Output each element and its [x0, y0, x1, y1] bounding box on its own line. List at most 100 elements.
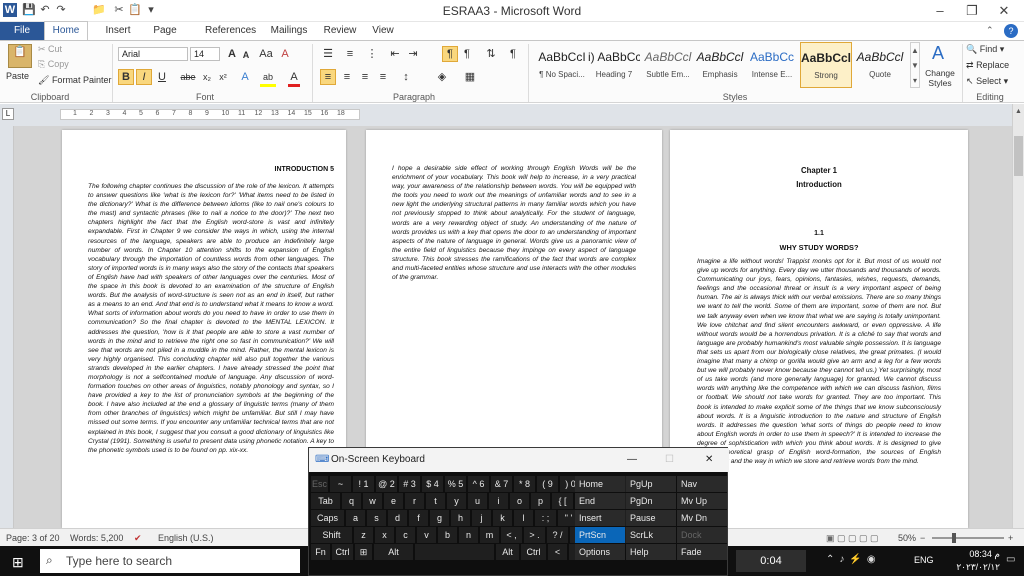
align-center-icon[interactable]: ≡ [340, 70, 354, 84]
change-case-button[interactable]: Aa [258, 47, 274, 61]
osk-key[interactable]: ( 9 [537, 476, 558, 492]
style-heading[interactable]: i) AaBbCc Heading 7 [588, 42, 640, 88]
line-spacing-icon[interactable]: ↕ [398, 70, 414, 84]
tab-mailings[interactable]: Mailings [268, 22, 310, 40]
osk-key[interactable]: % 5 [445, 476, 466, 492]
tab-file[interactable]: File [0, 22, 44, 40]
osk-key[interactable]: g [430, 510, 449, 526]
osk-key[interactable]: Shift [311, 527, 352, 543]
font-size-dropdown[interactable]: 14 [190, 47, 220, 61]
osk-key[interactable]: Pause [626, 510, 676, 526]
tab-home[interactable]: Home [44, 21, 88, 41]
osk-key[interactable]: PgDn [626, 493, 676, 509]
vertical-scrollbar[interactable]: ▲ [1012, 104, 1024, 528]
superscript-button[interactable]: x² [216, 70, 230, 84]
osk-key[interactable]: Mv Dn [677, 510, 727, 526]
change-styles-button[interactable]: Change Styles [922, 68, 958, 88]
osk-key[interactable]: Ctrl [332, 544, 353, 560]
cut-button[interactable]: ✂ Cut [38, 43, 62, 55]
sort-icon[interactable]: ⇅ [484, 47, 498, 61]
osk-key[interactable]: s [367, 510, 386, 526]
help-icon[interactable]: ? [1004, 24, 1018, 38]
osk-key[interactable]: t [426, 493, 445, 509]
osk-key[interactable]: v [417, 527, 436, 543]
scroll-up-icon[interactable]: ▲ [1014, 108, 1023, 118]
zoom-slider[interactable] [932, 537, 1004, 539]
osk-key[interactable]: Help [626, 544, 676, 560]
osk-key[interactable]: Dock [677, 527, 727, 543]
osk-key[interactable]: ! 1 [353, 476, 374, 492]
osk-key[interactable]: ⊞ [355, 544, 372, 560]
osk-key[interactable]: Insert [575, 510, 625, 526]
osk-key[interactable]: i [489, 493, 508, 509]
osk-key[interactable]: r [405, 493, 424, 509]
osk-key[interactable]: Ctrl [521, 544, 546, 560]
align-left-icon[interactable]: ≡ [320, 69, 336, 85]
osk-key[interactable]: ScrLk [626, 527, 676, 543]
show-formatting-icon[interactable]: ¶ [506, 47, 520, 61]
osk-key[interactable]: PrtScn [575, 527, 625, 543]
start-icon[interactable]: ⊞ [12, 554, 28, 570]
osk-close-button[interactable]: ✕ [705, 448, 713, 472]
undo-icon[interactable]: ↶ [38, 3, 52, 17]
increase-indent-icon[interactable]: ⇥ [406, 47, 420, 61]
subscript-button[interactable]: x₂ [200, 70, 214, 84]
osk-key[interactable]: k [493, 510, 512, 526]
osk-key[interactable]: Nav [677, 476, 727, 492]
osk-key[interactable]: $ 4 [422, 476, 443, 492]
osk-key[interactable]: End [575, 493, 625, 509]
osk-key[interactable]: w [363, 493, 382, 509]
osk-key[interactable]: < [548, 544, 567, 560]
tray-icons[interactable]: ⌃♪⚡◉ [826, 554, 926, 568]
osk-key[interactable]: e [384, 493, 403, 509]
font-color-button[interactable]: A [288, 70, 300, 87]
numbering-icon[interactable]: ≡ [342, 47, 358, 61]
osk-key[interactable]: x [375, 527, 394, 543]
osk-key[interactable]: z [354, 527, 373, 543]
osk-key[interactable]: # 3 [399, 476, 420, 492]
osk-key[interactable]: a [346, 510, 365, 526]
paste-button[interactable]: Paste [6, 70, 29, 82]
style-subtle-em[interactable]: AaBbCcl Subtle Em... [642, 42, 694, 88]
osk-key[interactable]: p [531, 493, 550, 509]
text-effects-button[interactable]: A [238, 70, 252, 84]
osk-key[interactable]: f [409, 510, 428, 526]
osk-key[interactable]: { [ [552, 493, 573, 509]
page-count[interactable]: Page: 3 of 20 [6, 529, 60, 547]
restore-button[interactable]: ❐ [956, 0, 988, 22]
shrink-font-button[interactable]: A [240, 48, 252, 62]
minimize-ribbon-icon[interactable]: ⌃ [986, 25, 998, 37]
font-name-dropdown[interactable]: Arial [118, 47, 188, 61]
osk-key[interactable]: b [438, 527, 457, 543]
osk-minimize-button[interactable]: — [627, 448, 637, 472]
highlight-button[interactable]: ab [260, 70, 276, 87]
osk-key[interactable]: u [468, 493, 487, 509]
replace-button[interactable]: ⇄ Replace [966, 59, 1009, 71]
osk-key[interactable]: l [514, 510, 533, 526]
osk-key[interactable]: Tab [311, 493, 340, 509]
recording-timer[interactable]: 0:04 [736, 550, 806, 572]
zoom-out-button[interactable]: − [920, 529, 925, 547]
find-button[interactable]: 🔍 Find ▾ [966, 43, 1004, 55]
osk-key[interactable]: Esc [311, 476, 328, 492]
osk-key[interactable]: j [472, 510, 491, 526]
select-button[interactable]: ↖ Select ▾ [966, 75, 1008, 87]
osk-key[interactable]: & 7 [491, 476, 512, 492]
osk-key[interactable]: Options [575, 544, 625, 560]
language-indicator-tray[interactable]: ENG [914, 555, 934, 565]
multilevel-list-icon[interactable]: ⋮ [364, 47, 380, 61]
osk-key[interactable]: ~ [330, 476, 351, 492]
osk-key[interactable]: c [396, 527, 415, 543]
osk-key[interactable]: @ 2 [376, 476, 397, 492]
styles-scroll[interactable]: ▲ ▼ ▾ [910, 42, 920, 88]
save-icon[interactable]: 💾 [22, 3, 36, 17]
document-page-1[interactable]: INTRODUCTION 5 The following chapter con… [62, 130, 346, 528]
tab-page-layout[interactable]: Page Layout [140, 22, 190, 54]
word-app-icon[interactable]: W [3, 3, 17, 17]
osk-key[interactable]: o [510, 493, 529, 509]
style-no-spaci[interactable]: AaBbCcI ¶ No Spaci... [536, 42, 588, 88]
format-painter-button[interactable]: 🖌 Format Painter [38, 74, 111, 86]
minimize-button[interactable]: – [924, 0, 956, 22]
on-screen-keyboard[interactable]: ⌨ On-Screen Keyboard — ☐ ✕ Esc ~! 1 @ 2 # 3… [308, 447, 729, 576]
vertical-ruler[interactable] [0, 126, 14, 528]
